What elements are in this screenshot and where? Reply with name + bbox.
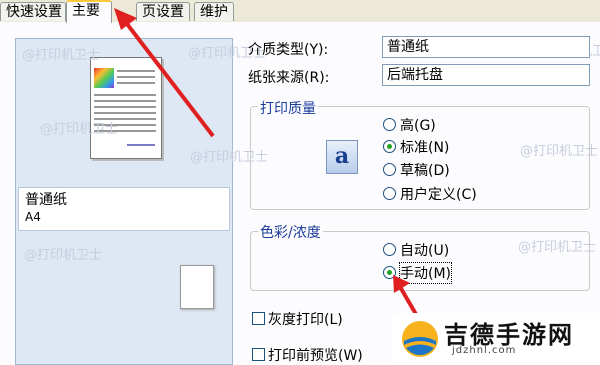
tab-main[interactable]: 主要 — [66, 0, 112, 23]
brand-url: jdzhnl.com — [452, 345, 517, 356]
manual-annotation-arrow — [393, 275, 419, 318]
annotation-arrows — [114, 8, 419, 318]
brand-logo-icon — [402, 321, 438, 357]
tab-annotation-arrow — [114, 8, 215, 138]
brand-badge: 吉德手游网 jdzhnl.com — [392, 313, 600, 365]
